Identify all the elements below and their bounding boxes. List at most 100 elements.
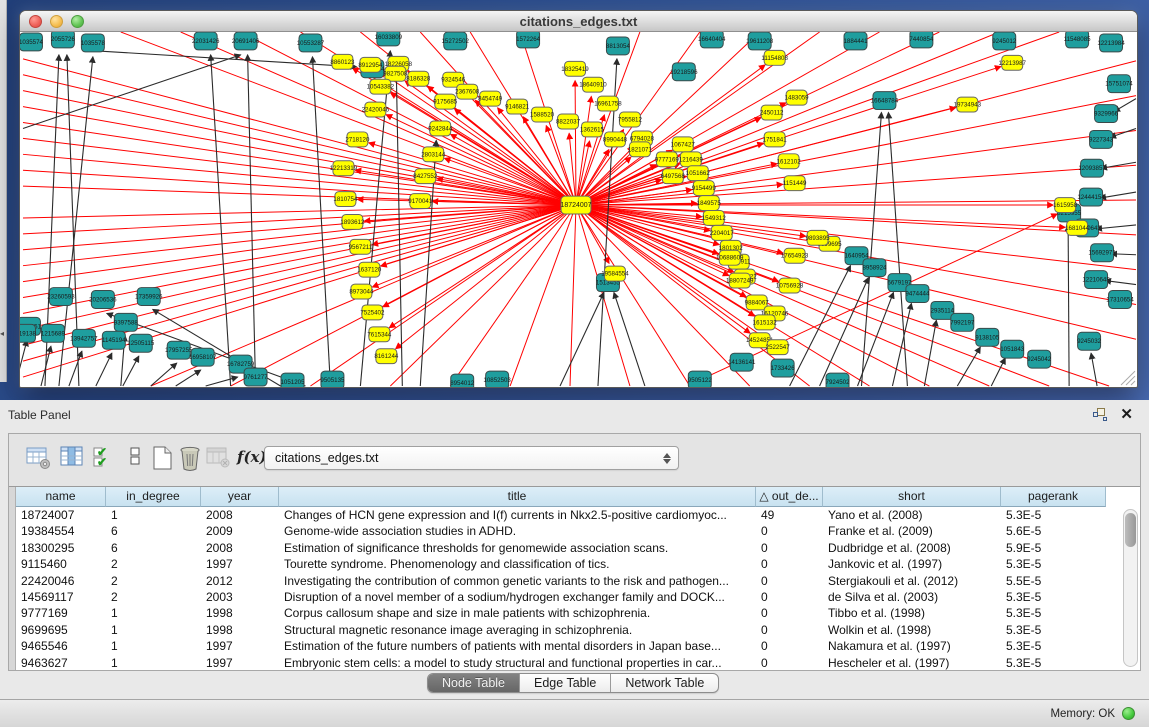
cell[interactable]: 5.5E-5 — [1001, 573, 1106, 589]
cell[interactable]: 2 — [106, 573, 201, 589]
cell[interactable]: Structural magnetic resonance image aver… — [279, 622, 756, 638]
cell[interactable]: Embryonic stem cells: a model to study s… — [279, 655, 756, 671]
cell[interactable]: 18724007 — [16, 507, 106, 523]
delete-column-icon[interactable] — [177, 444, 205, 472]
cell[interactable]: 22420046 — [16, 573, 106, 589]
cell[interactable]: 5.3E-5 — [1001, 655, 1106, 671]
cell[interactable]: 0 — [756, 556, 823, 572]
cell[interactable]: 2012 — [201, 573, 279, 589]
table-row[interactable]: 969969511998Structural magnetic resonanc… — [16, 622, 1106, 638]
column-header-name[interactable]: name — [16, 487, 106, 507]
cell[interactable]: 5.3E-5 — [1001, 589, 1106, 605]
column-header-out_de[interactable]: △ out_de... — [756, 487, 823, 507]
cell[interactable]: Corpus callosum shape and size in male p… — [279, 605, 756, 621]
cell[interactable]: 0 — [756, 589, 823, 605]
cell[interactable]: 2003 — [201, 589, 279, 605]
cell[interactable]: Estimation of significance thresholds fo… — [279, 540, 756, 556]
cell[interactable]: Wolkin et al. (1998) — [823, 622, 1001, 638]
cell[interactable]: 18300295 — [16, 540, 106, 556]
selection-mode-icon[interactable]: ✔✔ — [91, 444, 119, 472]
cell[interactable]: 5.3E-5 — [1001, 507, 1106, 523]
cell[interactable]: 0 — [756, 605, 823, 621]
cell[interactable]: Yano et al. (2008) — [823, 507, 1001, 523]
cell[interactable]: 1997 — [201, 556, 279, 572]
cell[interactable]: 1 — [106, 605, 201, 621]
table-vertical-scrollbar[interactable] — [1123, 509, 1138, 667]
tab-edge-table[interactable]: Edge Table — [519, 674, 610, 692]
cell[interactable]: Investigating the contribution of common… — [279, 573, 756, 589]
table-row[interactable]: 1830029562008Estimation of significance … — [16, 540, 1106, 556]
cell[interactable]: 0 — [756, 523, 823, 539]
cell[interactable]: 14569117 — [16, 589, 106, 605]
cell[interactable]: 9463627 — [16, 655, 106, 671]
column-header-short[interactable]: short — [823, 487, 1001, 507]
cell[interactable]: Disruption of a novel member of a sodium… — [279, 589, 756, 605]
cell[interactable]: 9777169 — [16, 605, 106, 621]
cell[interactable]: Genome-wide association studies in ADHD. — [279, 523, 756, 539]
cell[interactable]: Nakamura et al. (1997) — [823, 638, 1001, 654]
cell[interactable]: Dudbridge et al. (2008) — [823, 540, 1001, 556]
table-row[interactable]: 1456911722003Disruption of a novel membe… — [16, 589, 1106, 605]
table-row[interactable]: 946362711997Embryonic stem cells: a mode… — [16, 655, 1106, 671]
scrollbar-thumb[interactable] — [1125, 513, 1136, 547]
cell[interactable]: 5.3E-5 — [1001, 622, 1106, 638]
cell[interactable]: Tourette syndrome. Phenomenology and cla… — [279, 556, 756, 572]
network-graph[interactable]: 1035574205572610355782203142620691406105… — [20, 32, 1137, 387]
network-window-titlebar[interactable]: citations_edges.txt — [20, 11, 1137, 32]
cell[interactable]: 5.3E-5 — [1001, 638, 1106, 654]
cell[interactable]: Hescheler et al. (1997) — [823, 655, 1001, 671]
cell[interactable]: de Silva et al. (2003) — [823, 589, 1001, 605]
table-row[interactable]: 2242004622012Investigating the contribut… — [16, 573, 1106, 589]
cell[interactable]: 1998 — [201, 622, 279, 638]
cell[interactable]: Stergiakouli et al. (2012) — [823, 573, 1001, 589]
cell[interactable]: 0 — [756, 622, 823, 638]
cell[interactable]: 2008 — [201, 507, 279, 523]
new-column-icon[interactable] — [149, 444, 177, 472]
cell[interactable]: 1997 — [201, 655, 279, 671]
cell[interactable]: 2008 — [201, 540, 279, 556]
cell[interactable]: 1 — [106, 638, 201, 654]
column-header-title[interactable]: title — [279, 487, 756, 507]
cell[interactable]: 2009 — [201, 523, 279, 539]
cell[interactable]: Franke et al. (2009) — [823, 523, 1001, 539]
table-row[interactable]: 1938455462009Genome-wide association stu… — [16, 523, 1106, 539]
function-builder-icon[interactable]: f(x) — [237, 448, 265, 476]
table-row[interactable]: 1872400712008Changes of HCN gene express… — [16, 507, 1106, 523]
table-row[interactable]: 977716911998Corpus callosum shape and si… — [16, 605, 1106, 621]
cell[interactable]: 5.9E-5 — [1001, 540, 1106, 556]
cell[interactable]: 0 — [756, 638, 823, 654]
window-resize-grip[interactable] — [1126, 376, 1135, 385]
network-canvas[interactable]: 1035574205572610355782203142620691406105… — [20, 32, 1137, 387]
cell[interactable]: 2 — [106, 589, 201, 605]
cell[interactable]: 0 — [756, 540, 823, 556]
cell[interactable]: 9699695 — [16, 622, 106, 638]
cell[interactable]: 1997 — [201, 638, 279, 654]
cell[interactable]: Changes of HCN gene expression and I(f) … — [279, 507, 756, 523]
cell[interactable]: 0 — [756, 573, 823, 589]
cell[interactable]: 6 — [106, 523, 201, 539]
left-panel-collapse-strip[interactable]: ◂ — [0, 0, 7, 382]
cell[interactable]: 1 — [106, 655, 201, 671]
tab-network-table[interactable]: Network Table — [610, 674, 718, 692]
select-columns-icon[interactable] — [59, 444, 87, 472]
cell[interactable]: 2 — [106, 556, 201, 572]
cell[interactable]: 5.3E-5 — [1001, 605, 1106, 621]
float-panel-icon[interactable] — [1093, 408, 1107, 421]
window-resize-grip[interactable] — [1131, 381, 1135, 385]
cell[interactable]: 5.3E-5 — [1001, 556, 1106, 572]
cell[interactable]: Estimation of the future numbers of pati… — [279, 638, 756, 654]
cell[interactable]: 19384554 — [16, 523, 106, 539]
table-select-combo[interactable]: citations_edges.txt — [264, 446, 679, 470]
cell[interactable]: 1 — [106, 507, 201, 523]
collapse-left-arrow-icon[interactable]: ◂ — [0, 330, 4, 338]
cell[interactable]: 6 — [106, 540, 201, 556]
close-panel-icon[interactable]: ✕ — [1120, 405, 1133, 423]
cell[interactable]: Jankovic et al. (1997) — [823, 556, 1001, 572]
row-height-icon[interactable] — [122, 444, 150, 472]
cell[interactable]: 0 — [756, 655, 823, 671]
cell[interactable]: 9465546 — [16, 638, 106, 654]
table-row[interactable]: 911546021997Tourette syndrome. Phenomeno… — [16, 556, 1106, 572]
tab-node-table[interactable]: Node Table — [428, 674, 519, 692]
column-header-pagerank[interactable]: pagerank — [1001, 487, 1106, 507]
cell[interactable]: Tibbo et al. (1998) — [823, 605, 1001, 621]
